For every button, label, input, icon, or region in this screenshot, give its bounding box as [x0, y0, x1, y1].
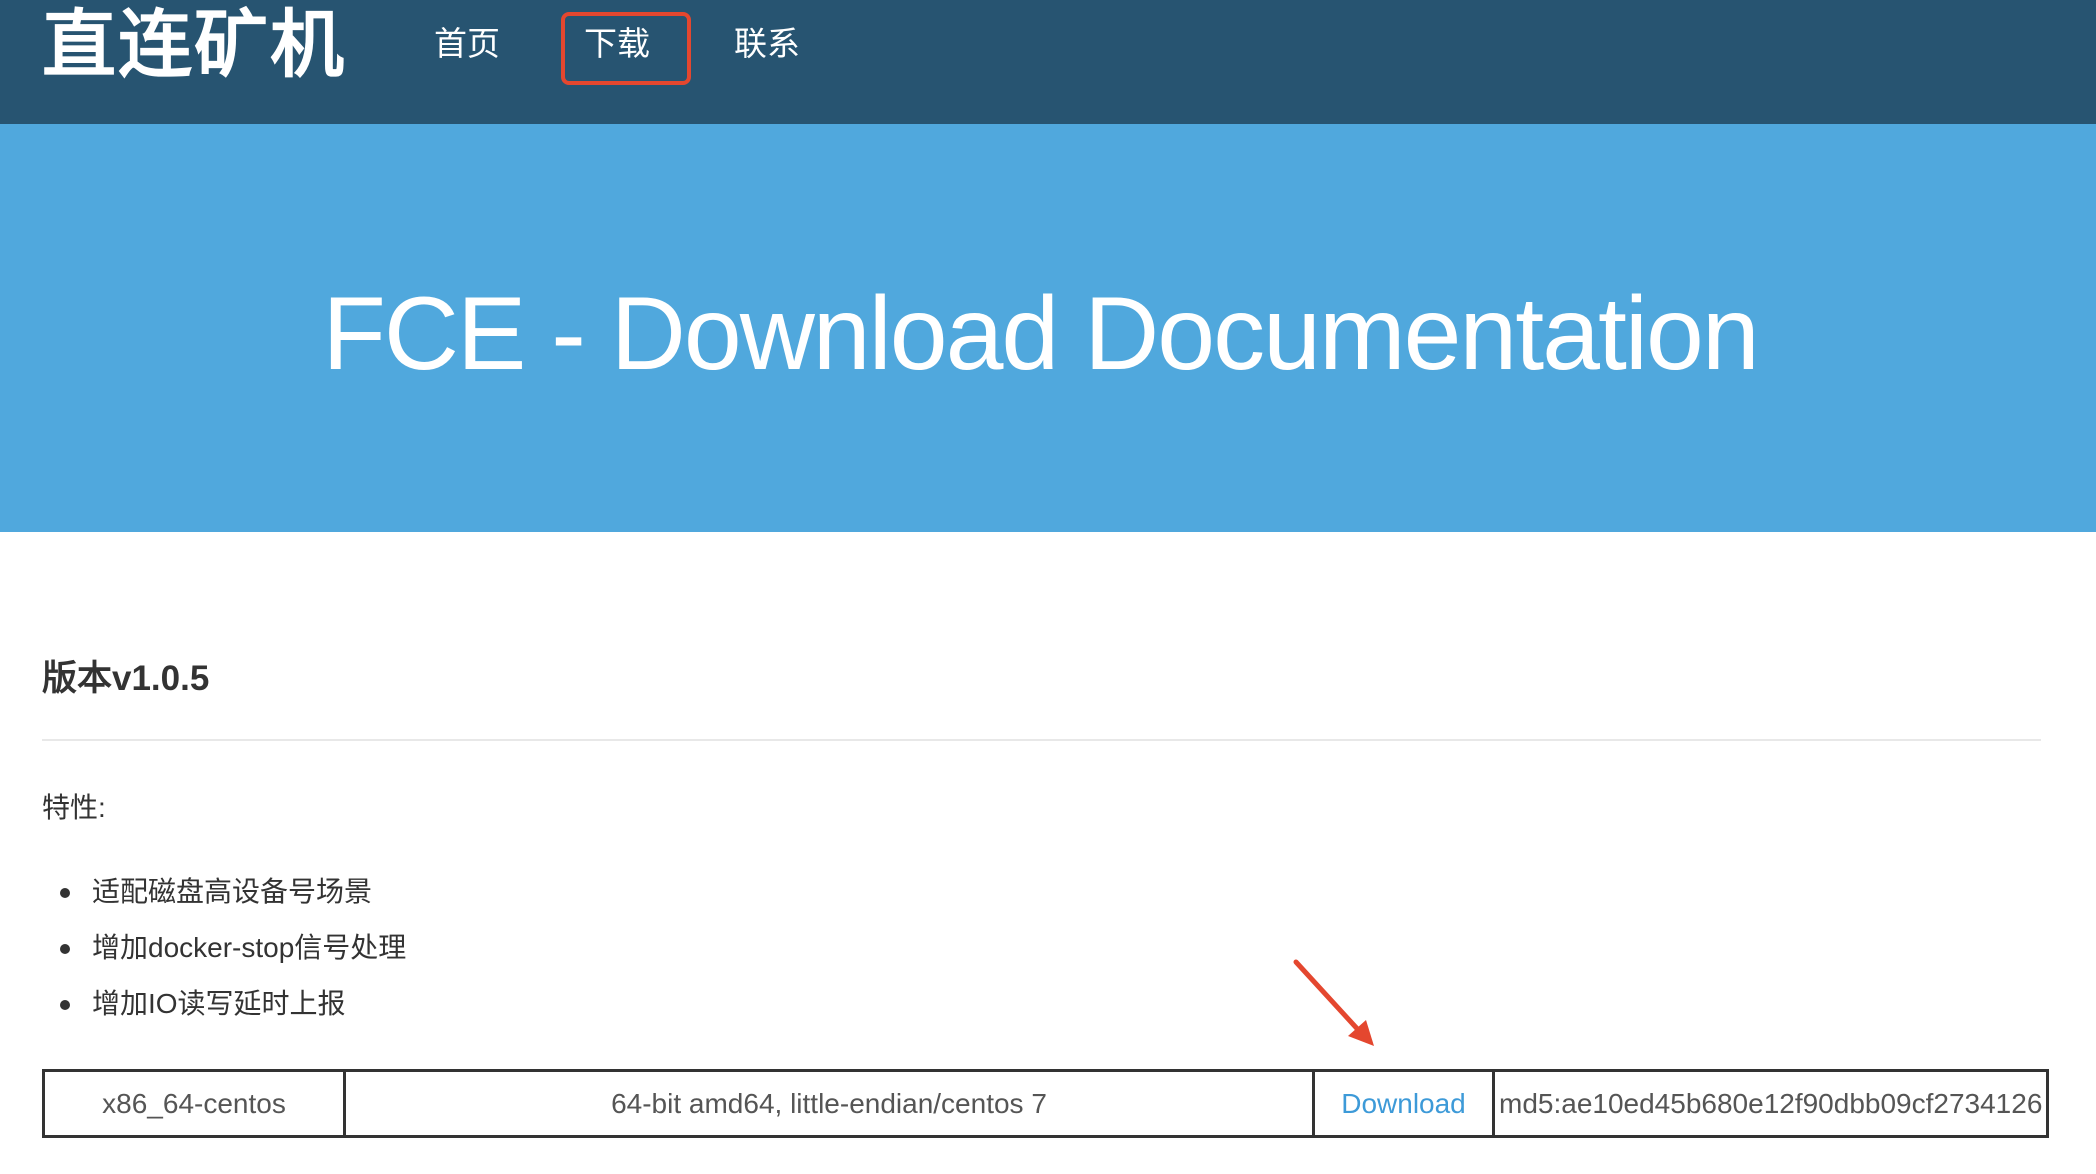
nav-item-home[interactable]: 首页 [434, 20, 500, 68]
download-link[interactable]: Download [1341, 1088, 1466, 1119]
section-divider [42, 739, 2041, 741]
annotation-highlight-box [561, 12, 691, 85]
feature-list: 适配磁盘高设备号场景 增加docker-stop信号处理 增加IO读写延时上报 [58, 870, 406, 1038]
version-heading: 版本v1.0.5 [42, 659, 210, 698]
download-table: x86_64-centos 64-bit amd64, little-endia… [42, 1069, 2050, 1138]
features-label: 特性: [42, 792, 106, 823]
annotation-arrow-icon [1293, 959, 1374, 1046]
hero-banner: FCE - Download Documentation [0, 124, 2096, 532]
bullet-icon [60, 1000, 70, 1010]
nav-item-contact[interactable]: 联系 [734, 20, 800, 68]
bullet-icon [60, 888, 70, 898]
platform-cell: x86_64-centos [42, 1069, 346, 1138]
bullet-icon [60, 944, 70, 954]
site-logo[interactable]: 直连矿机 [42, 2, 346, 88]
checksum-cell: md5:ae10ed45b680e12f90dbb09cf2734126 [1491, 1069, 2050, 1138]
description-cell: 64-bit amd64, little-endian/centos 7 [343, 1069, 1315, 1138]
list-item: 增加docker-stop信号处理 [58, 926, 406, 982]
table-row: x86_64-centos 64-bit amd64, little-endia… [42, 1069, 2050, 1138]
feature-text: 适配磁盘高设备号场景 [92, 876, 373, 907]
top-navbar: 直连矿机 首页 下载 联系 [0, 0, 2096, 124]
feature-text: 增加IO读写延时上报 [92, 988, 346, 1019]
download-cell: Download [1312, 1069, 1495, 1138]
list-item: 增加IO读写延时上报 [58, 982, 406, 1038]
feature-text: 增加docker-stop信号处理 [92, 932, 407, 963]
list-item: 适配磁盘高设备号场景 [58, 870, 406, 926]
page-title: FCE - Download Documentation [322, 276, 1759, 392]
